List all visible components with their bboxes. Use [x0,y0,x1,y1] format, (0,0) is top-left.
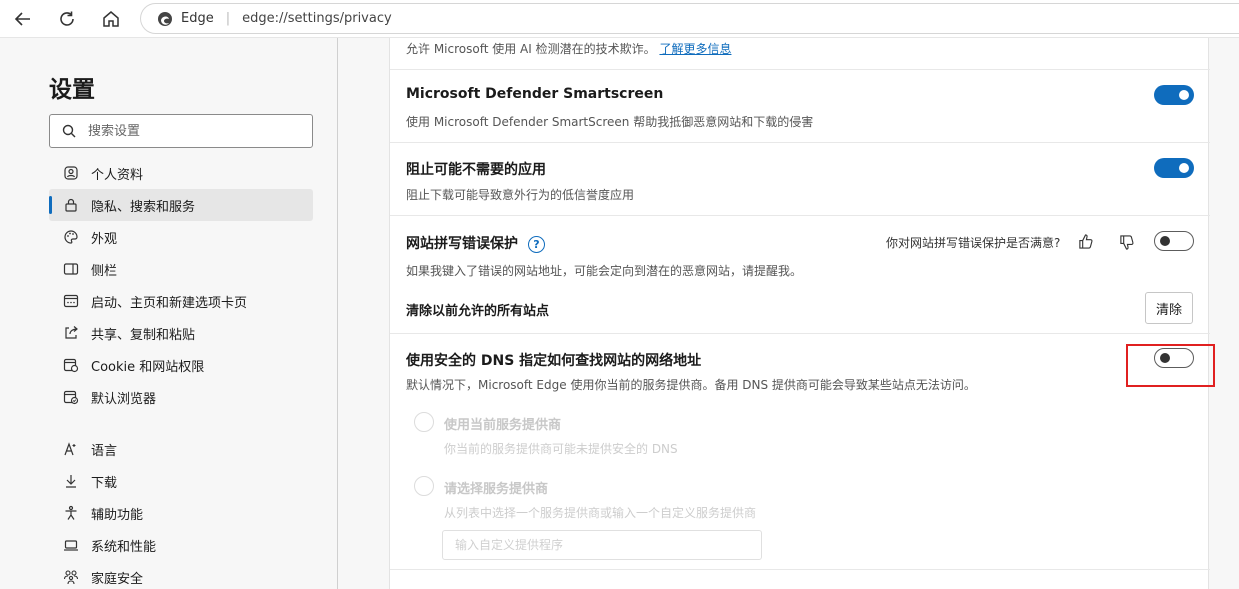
learn-more-link[interactable]: 了解更多信息 [659,42,731,56]
current-provider-radio[interactable] [414,412,434,432]
sidebar-item-label: 共享、复制和粘贴 [91,327,196,343]
sidebar-item-profile[interactable]: 个人资料 [49,157,313,189]
system-icon [63,537,79,553]
sidebar-item-privacy[interactable]: 隐私、搜索和服务 [49,189,313,221]
cookie-icon [63,357,79,373]
language-icon [63,441,79,457]
secure-dns-row: 使用安全的 DNS 指定如何查找网站的网络地址 默认情况下，Microsoft … [390,334,1210,570]
home-tab-icon [63,293,79,309]
lock-icon [63,197,79,213]
sidebar-item-label: 隐私、搜索和服务 [91,199,196,215]
sidebar-icon [63,261,79,277]
pua-desc: 阻止下载可能导致意外行为的低信誉度应用 [406,188,635,202]
refresh-icon [60,11,74,26]
browser-toolbar: Edge | edge://settings/privacy [0,0,1239,38]
share-icon [63,325,79,341]
profile-icon [63,165,79,181]
back-arrow-icon [14,12,30,26]
accessibility-icon [63,505,79,521]
choose-provider-title: 请选择服务提供商 [444,482,549,497]
thumbs-up-icon [1078,233,1093,249]
sidebar-item-label: 家庭安全 [91,571,144,587]
pua-title: 阻止可能不需要的应用 [406,162,546,178]
search-input[interactable] [88,123,288,139]
sidebar-item-label: 侧栏 [91,263,118,279]
sidebar-item-label: Cookie 和网站权限 [91,359,205,375]
settings-card: 允许 Microsoft 使用 AI 检测潜在的技术欺诈。 了解更多信息 Mic… [389,38,1210,589]
sidebar-item-startup[interactable]: 启动、主页和新建选项卡页 [49,285,313,317]
home-button[interactable] [96,4,126,34]
back-button[interactable] [8,4,38,34]
browser-label: Edge [181,11,214,26]
browser-icon [63,389,79,405]
choose-provider-desc: 从列表中选择一个服务提供商或输入一个自定义服务提供商 [444,506,757,520]
smartscreen-row: Microsoft Defender Smartscreen 使用 Micros… [390,70,1210,143]
ai-fraud-desc: 允许 Microsoft 使用 AI 检测潜在的技术欺诈。 了解更多信息 [406,42,732,56]
current-provider-desc: 你当前的服务提供商可能未提供安全的 DNS [444,442,678,456]
clear-button[interactable]: 清除 [1145,292,1193,324]
sidebar-item-label: 下载 [91,475,118,491]
address-separator: | [225,11,231,26]
smartscreen-title: Microsoft Defender Smartscreen [406,86,664,102]
thumbs-down-button[interactable] [1116,232,1136,252]
sidebar-item-cookies[interactable]: Cookie 和网站权限 [49,349,313,381]
search-icon [62,124,76,138]
sidebar-item-share[interactable]: 共享、复制和粘贴 [49,317,313,349]
sidebar-item-label: 个人资料 [91,167,144,183]
sidebar-item-label: 系统和性能 [91,539,157,555]
dns-desc: 默认情况下，Microsoft Edge 使用你当前的服务提供商。备用 DNS … [406,378,976,392]
thumbs-up-button[interactable] [1075,231,1095,251]
home-icon [103,11,119,27]
family-icon [63,569,79,585]
clear-sites-label: 清除以前允许的所有站点 [406,304,550,319]
pua-row: 阻止可能不需要的应用 阻止下载可能导致意外行为的低信誉度应用 [390,143,1210,216]
sidebar-item-label: 外观 [91,231,118,247]
feedback-question: 你对网站拼写错误保护是否满意? [886,236,1061,250]
typo-row: 网站拼写错误保护? 你对网站拼写错误保护是否满意? 如果我键入了错误的网站地址，… [390,216,1210,334]
sidebar-item-accessibility[interactable]: 辅助功能 [49,497,313,529]
sidebar-item-family[interactable]: 家庭安全 [49,561,313,589]
refresh-button[interactable] [52,4,82,34]
sidebar-item-sidebar[interactable]: 侧栏 [49,253,313,285]
typo-desc: 如果我键入了错误的网站地址，可能会定向到潜在的恶意网站，请提醒我。 [406,264,803,278]
choose-provider-radio[interactable] [414,476,434,496]
current-provider-title: 使用当前服务提供商 [444,418,562,433]
edge-logo-icon [158,11,172,26]
search-box[interactable] [49,114,313,148]
download-icon [63,473,79,489]
main-content: 允许 Microsoft 使用 AI 检测潜在的技术欺诈。 了解更多信息 Mic… [339,38,1239,589]
sidebar-item-default-browser[interactable]: 默认浏览器 [49,381,313,413]
sidebar-item-label: 默认浏览器 [91,391,157,407]
thumbs-down-icon [1119,234,1134,250]
sidebar-item-downloads[interactable]: 下载 [49,465,313,497]
ai-fraud-row: 允许 Microsoft 使用 AI 检测潜在的技术欺诈。 了解更多信息 [390,38,1210,70]
help-icon[interactable]: ? [528,235,545,253]
address-bar[interactable]: Edge | edge://settings/privacy [140,3,1239,34]
url-text[interactable]: edge://settings/privacy [242,11,392,26]
palette-icon [63,229,79,245]
typo-toggle[interactable] [1154,231,1194,251]
sidebar-item-label: 启动、主页和新建选项卡页 [91,295,248,311]
sidebar-item-system[interactable]: 系统和性能 [49,529,313,561]
settings-sidebar: 设置 个人资料 隐私、搜索和服务 外观 侧栏 启动、主页和新建选项卡页 共享、复… [0,38,338,589]
sidebar-item-label: 辅助功能 [91,507,144,523]
page-title: 设置 [49,77,95,103]
smartscreen-toggle[interactable] [1154,85,1194,105]
dns-title: 使用安全的 DNS 指定如何查找网站的网络地址 [406,353,702,369]
highlight-box [1126,344,1215,387]
sidebar-item-appearance[interactable]: 外观 [49,221,313,253]
custom-provider-input[interactable] [442,530,762,560]
sidebar-item-label: 语言 [91,443,118,459]
smartscreen-desc: 使用 Microsoft Defender SmartScreen 帮助我抵御恶… [406,115,814,129]
sidebar-item-language[interactable]: 语言 [49,433,313,465]
typo-title: 网站拼写错误保护? [406,233,545,253]
pua-toggle[interactable] [1154,158,1194,178]
